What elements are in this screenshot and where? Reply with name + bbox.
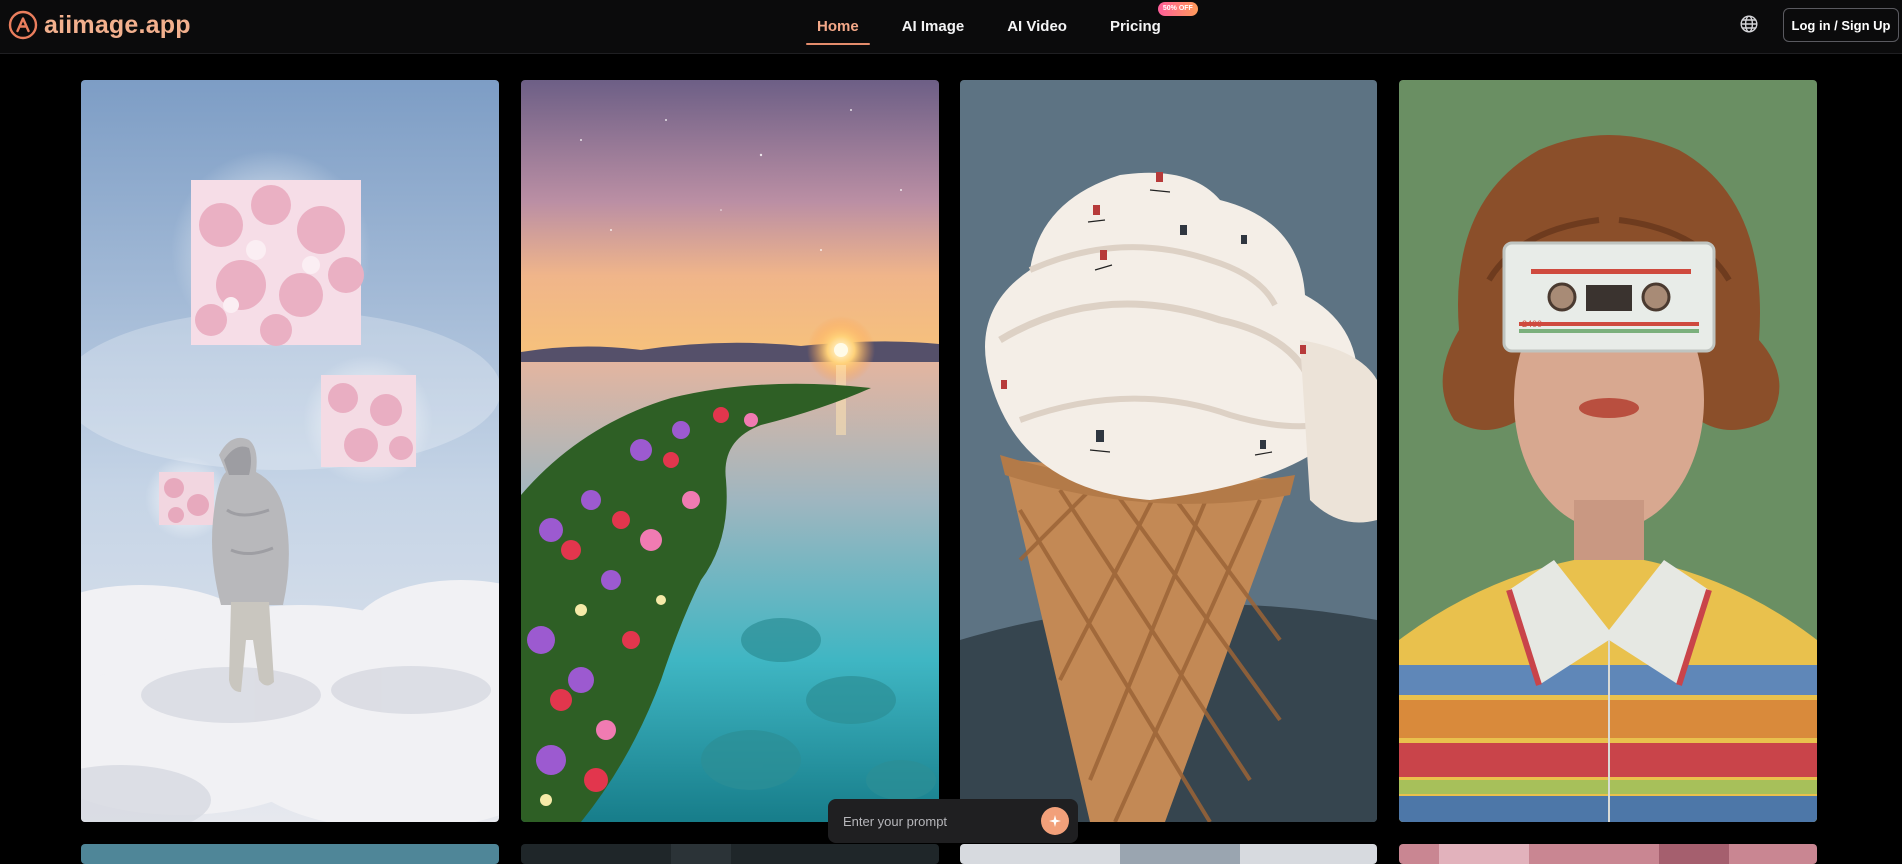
cassette-portrait-artwork: 2400 bbox=[1399, 80, 1817, 822]
gallery-image-row2-3[interactable] bbox=[960, 844, 1377, 864]
nav-pricing[interactable]: Pricing 50% OFF bbox=[1099, 2, 1198, 44]
prompt-bar bbox=[828, 799, 1078, 843]
sparkle-icon bbox=[1049, 815, 1061, 827]
nav-ai-video[interactable]: AI Video bbox=[996, 8, 1078, 44]
ice-cream-artwork bbox=[960, 80, 1377, 822]
discount-badge: 50% OFF bbox=[1157, 2, 1198, 16]
row2-artwork-3 bbox=[960, 844, 1377, 864]
gallery-image-cassette-portrait[interactable]: 2400 bbox=[1399, 80, 1817, 822]
nav-ai-image[interactable]: AI Image bbox=[891, 8, 976, 44]
generate-button[interactable] bbox=[1041, 807, 1069, 835]
brand-logo[interactable]: aiimage.app bbox=[8, 10, 191, 40]
brand-name: aiimage.app bbox=[44, 10, 191, 39]
row2-artwork-4 bbox=[1399, 844, 1817, 864]
nav-home[interactable]: Home bbox=[806, 8, 870, 45]
login-signup-button[interactable]: Log in / Sign Up bbox=[1783, 8, 1899, 42]
sunset-lake-artwork bbox=[521, 80, 939, 822]
row2-artwork-1 bbox=[81, 844, 499, 864]
logo-icon bbox=[8, 10, 38, 40]
gallery-image-clouds-figure[interactable] bbox=[81, 80, 499, 822]
main-nav: Home AI Image AI Video Pricing 50% OFF bbox=[806, 2, 1198, 45]
prompt-input[interactable] bbox=[843, 806, 1041, 836]
globe-icon[interactable] bbox=[1739, 14, 1759, 34]
row2-artwork-2 bbox=[521, 844, 939, 864]
clouds-figure-artwork bbox=[81, 80, 499, 822]
cassette-label: 2400 bbox=[1522, 319, 1542, 329]
gallery-image-row2-4[interactable] bbox=[1399, 844, 1817, 864]
nav-pricing-label: Pricing bbox=[1109, 17, 1161, 35]
gallery-image-row2-1[interactable] bbox=[81, 844, 499, 864]
gallery-image-row2-2[interactable] bbox=[521, 844, 939, 864]
gallery-image-ice-cream-skiers[interactable] bbox=[960, 80, 1377, 822]
top-navigation-bar: aiimage.app Home AI Image AI Video Prici… bbox=[0, 0, 1902, 54]
gallery-image-sunset-lake[interactable] bbox=[521, 80, 939, 822]
